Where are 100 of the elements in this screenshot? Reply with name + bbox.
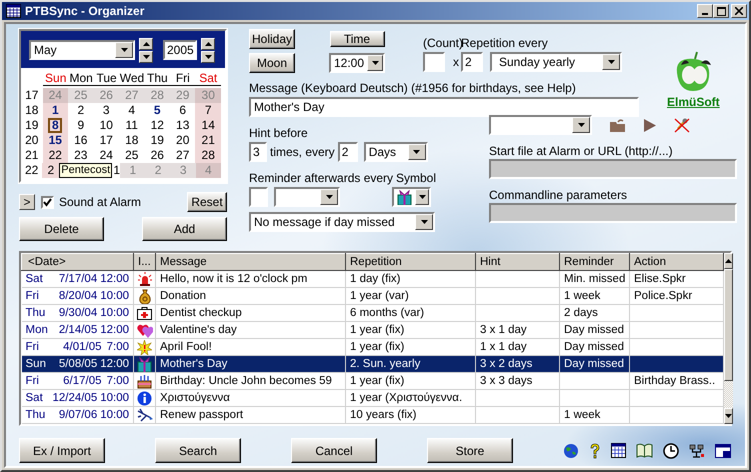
count-label: (Count) — [423, 36, 464, 50]
table-cell: Donation — [160, 290, 206, 302]
airplane-icon — [136, 408, 152, 422]
repetition-field[interactable]: 2 — [461, 52, 483, 72]
time-text: 10:00 — [99, 390, 129, 406]
scroll-thumb[interactable] — [724, 269, 733, 381]
calendar-day[interactable]: 24 — [98, 148, 114, 163]
calendar-day[interactable]: 17 — [98, 133, 114, 148]
window-icon[interactable] — [715, 444, 731, 458]
reset-button[interactable]: Reset — [187, 192, 227, 212]
calendar-day[interactable]: 2 — [74, 103, 88, 118]
reminder-dropdown[interactable] — [274, 187, 340, 207]
play-icon[interactable] — [644, 118, 656, 132]
checkbox[interactable] — [41, 196, 54, 208]
close-button[interactable] — [731, 4, 747, 18]
calendar-day[interactable]: 5 — [150, 103, 164, 118]
table-row[interactable]: Mon 2/14/05 12:00 Valentine's day 1 year (fix) 3 x 1 day Day missed — [22, 322, 724, 338]
globe-icon[interactable] — [563, 442, 579, 458]
hint-count-field[interactable]: 3 — [249, 142, 267, 162]
year-field[interactable]: 2005 — [163, 40, 197, 60]
column-header[interactable]: Reminder — [560, 254, 630, 270]
close-icon — [735, 7, 743, 15]
calendar-day[interactable]: 23 — [73, 148, 88, 163]
calendar-day[interactable]: 12 — [150, 118, 165, 133]
calendar-day[interactable]: 3 — [99, 103, 114, 118]
start-file-field[interactable] — [489, 159, 737, 179]
logo-link[interactable]: ElmüSoft — [667, 95, 720, 109]
time-dropdown[interactable]: 12:00 — [329, 53, 385, 73]
year-spinner[interactable] — [201, 38, 215, 62]
calendar-day[interactable]: 9 — [74, 118, 88, 133]
repetition-label: Repetition every — [461, 36, 549, 50]
calendar-day[interactable]: 11 — [124, 118, 139, 133]
calendar-day[interactable]: 13 — [175, 118, 190, 133]
maximize-button[interactable] — [713, 4, 729, 18]
table-row[interactable]: Fri 8/20/04 10:00 Donation 1 year (var) 1 week Police.Spkr — [22, 288, 724, 304]
time-text: 10:00 — [99, 306, 129, 320]
column-header[interactable]: Action — [630, 254, 724, 270]
column-header[interactable]: Hint — [476, 254, 560, 270]
reminder-field[interactable] — [249, 187, 268, 207]
weekday-text: Thu — [26, 306, 46, 320]
table-row[interactable]: Thu 9/30/04 10:00 Dentist checkup 6 months (var) 2 days — [22, 304, 724, 322]
weekday-label: Wed — [119, 71, 145, 85]
column-header[interactable]: Message — [156, 254, 346, 270]
calendar-day[interactable]: 4 — [124, 103, 139, 118]
column-header[interactable]: <Date> — [22, 254, 134, 270]
add-button[interactable]: Add — [142, 217, 227, 241]
table-row[interactable]: Sat 7/17/04 12:00 Hello, now it is 12 o'clock pm 1 day (fix) Min. missed Elise.Spkr — [22, 270, 724, 288]
book-icon[interactable] — [636, 443, 653, 458]
ex-import-button[interactable]: Ex / Import — [19, 438, 105, 463]
calendar-day[interactable]: 10 — [98, 118, 114, 133]
table-row[interactable]: Fri 6/17/05 7:00 Birthday: Uncle John becomes 59 1 year (fix) 3 x 3 days Birthday Brass.. — [22, 372, 724, 390]
calendar-day[interactable]: 19 — [150, 133, 165, 148]
folder-icon[interactable] — [610, 118, 626, 132]
calendar-day[interactable]: 18 — [124, 133, 140, 148]
weekday-text: Sun — [26, 356, 47, 372]
tool-crossed-icon[interactable] — [674, 117, 690, 133]
minimize-button[interactable] — [697, 4, 713, 18]
month-spinner[interactable] — [139, 38, 153, 62]
hint-every-field[interactable]: 2 — [338, 142, 358, 162]
calendar-day[interactable]: 27 — [175, 148, 190, 163]
table-row[interactable]: Sun 5/08/05 12:00 Mother's Day 2. Sun. yearly 3 x 2 days Day missed — [22, 356, 724, 372]
missed-mode-dropdown[interactable]: No message if day missed — [249, 212, 435, 232]
month-dropdown[interactable]: May — [29, 40, 135, 60]
store-button[interactable]: Store — [427, 438, 513, 463]
commandline-field[interactable] — [489, 203, 737, 223]
scrollbar[interactable] — [724, 253, 733, 424]
holiday-button[interactable]: Holiday — [249, 29, 295, 49]
delete-button[interactable]: Delete — [19, 217, 104, 241]
table-row[interactable]: Thu 9/07/06 10:00 Renew passport 10 years (fix) 1 week — [22, 406, 724, 424]
calendar-icon[interactable] — [611, 443, 626, 458]
time-text: 10:00 — [99, 288, 129, 304]
column-header[interactable]: I... — [134, 254, 156, 270]
count-field[interactable] — [423, 52, 445, 72]
sound-dropdown[interactable] — [489, 115, 592, 135]
repetition-dropdown[interactable]: Sunday yearly — [490, 52, 622, 72]
expand-button[interactable]: > — [19, 194, 35, 210]
table-cell: Valentine's day — [160, 324, 237, 336]
table-cell: Day missed — [564, 324, 624, 336]
column-header[interactable]: Repetition — [346, 254, 476, 270]
message-field[interactable]: Mother's Day — [249, 97, 639, 117]
time-button[interactable]: Time — [330, 31, 384, 47]
calendar-day[interactable]: 16 — [73, 133, 88, 148]
help-icon[interactable] — [589, 442, 601, 458]
date-text: 6/17/05 — [62, 374, 102, 388]
calendar-day[interactable]: 20 — [175, 133, 190, 148]
cancel-button[interactable]: Cancel — [291, 438, 377, 463]
table-cell: Hello, now it is 12 o'clock pm — [160, 272, 308, 284]
network-icon[interactable] — [689, 442, 705, 458]
weekday-text: Fri — [26, 340, 40, 354]
clock-icon[interactable] — [663, 442, 679, 458]
table-row[interactable]: Sat 12/24/05 10:00 Χριστούγεννα 1 year (Χριστούγεννα. — [22, 390, 724, 406]
calendar-day[interactable]: 1 — [113, 163, 120, 178]
dropdown-arrow-icon — [578, 123, 584, 127]
calendar-day[interactable]: 25 — [124, 148, 140, 163]
calendar-day[interactable]: 26 — [150, 148, 165, 163]
calendar-day[interactable]: 6 — [176, 103, 190, 118]
hint-unit-dropdown[interactable]: Days — [364, 142, 428, 162]
symbol-dropdown[interactable] — [392, 187, 431, 207]
search-button[interactable]: Search — [155, 438, 241, 463]
moon-button[interactable]: Moon — [249, 53, 295, 73]
